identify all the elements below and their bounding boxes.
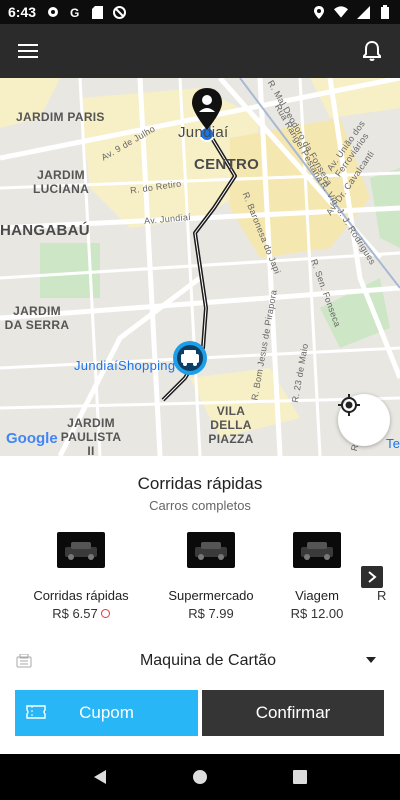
map-view[interactable]: JARDIM PARIS Jundiaí CENTRO JARDIM LUCIA…: [0, 78, 400, 456]
map-label-jundiai-shopping: JundiaíShopping: [74, 358, 176, 373]
status-left-icons: G: [46, 5, 126, 19]
ride-price: R: [377, 588, 387, 603]
sd-card-icon: [90, 5, 104, 19]
ride-price: R$ 6.57: [26, 606, 136, 621]
svg-text:G: G: [70, 6, 79, 19]
info-icon[interactable]: [100, 609, 110, 619]
ride-price: R$ 7.99: [188, 606, 234, 621]
ride-price-value: R$ 6.57: [52, 606, 98, 621]
status-right-icons: [312, 5, 392, 19]
car-thumbnail-icon: [57, 532, 105, 568]
ride-option-viagem[interactable]: Viagem R$ 12.00: [262, 532, 372, 621]
dropdown-arrow-icon: [366, 657, 376, 663]
map-label-jardim-paris: JARDIM PARIS: [16, 110, 105, 124]
location-icon: [312, 5, 326, 19]
cupom-button[interactable]: Cupom: [15, 690, 198, 736]
location-pin-icon: [46, 5, 60, 19]
payment-method-label: Maquina de Cartão: [139, 652, 277, 669]
bell-icon[interactable]: [360, 39, 384, 63]
ticket-icon: [26, 705, 46, 719]
sheet-title: Corridas rápidas: [137, 474, 263, 493]
sheet-subtitle: Carros completos: [149, 498, 251, 513]
ride-option-corridas-rapidas[interactable]: Corridas rápidas R$ 6.57: [26, 532, 136, 621]
ride-option-supermercado[interactable]: Supermercado R$ 7.99: [156, 532, 266, 621]
map-label-centro: CENTRO: [194, 156, 260, 173]
map-label-hangabau: HANGABAÚ: [0, 222, 90, 239]
ride-name: Corridas rápidas: [33, 588, 129, 603]
car-thumbnail-icon: [293, 532, 341, 568]
car-thumbnail-icon: [187, 532, 235, 568]
signal-icon: [356, 5, 370, 19]
hamburger-menu-icon[interactable]: [16, 39, 40, 63]
google-logo-text: Google: [6, 430, 58, 447]
status-bar: 6:43 G: [0, 0, 400, 24]
my-location-button[interactable]: [338, 394, 390, 446]
map-label-jundiai: Jundiaí: [178, 124, 229, 141]
payment-method-selector[interactable]: Maquina de Cartão: [0, 646, 400, 676]
map-label-te: Te: [386, 436, 400, 451]
next-rides-button[interactable]: [361, 566, 383, 588]
my-location-icon: [338, 394, 360, 416]
recents-square-icon[interactable]: [288, 765, 312, 789]
app-bar: [0, 24, 400, 78]
cupom-label: Cupom: [79, 703, 134, 722]
battery-icon: [378, 5, 392, 19]
ride-options-sheet: Corridas rápidas Carros completos Corrid…: [0, 456, 400, 754]
chevron-right-icon: [368, 571, 377, 583]
car-marker-icon[interactable]: [172, 340, 208, 376]
ride-name: Supermercado: [168, 588, 254, 603]
status-time: 6:43: [8, 4, 37, 20]
map-label-jardim-luciana: JARDIM LUCIANA: [32, 168, 90, 196]
confirm-button[interactable]: Confirmar: [202, 690, 384, 736]
map-label-jardim-da-serra: JARDIM DA SERRA: [4, 304, 70, 332]
ride-price: R$ 12.00: [290, 606, 344, 621]
map-label-jardim-paulista: JARDIM PAULISTA II: [60, 416, 122, 456]
google-logo: Google: [6, 430, 58, 447]
ride-name: Viagem: [295, 588, 339, 603]
confirm-label: Confirmar: [255, 703, 331, 722]
ride-options-list: Corridas rápidas R$ 6.57 Supermercado R$…: [0, 532, 400, 632]
google-g-icon: G: [68, 5, 82, 19]
back-triangle-icon[interactable]: [88, 765, 112, 789]
system-nav-bar: [0, 754, 400, 800]
wifi-icon: [334, 5, 348, 19]
map-label-vila-della-piazza: VILA DELLA PIAZZA: [208, 404, 254, 446]
home-circle-icon[interactable]: [188, 765, 212, 789]
no-disturb-icon: [112, 5, 126, 19]
